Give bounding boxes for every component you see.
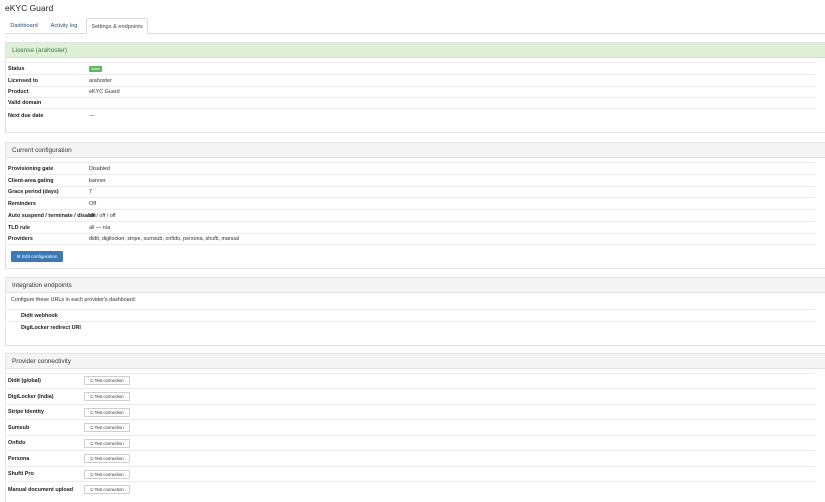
license-value: eKYC Guard <box>89 89 120 95</box>
config-row: TLD rule all — n/a <box>5 221 815 233</box>
license-row-next-due-date: Next due date — <box>5 108 815 123</box>
plug-icon: ⏻ <box>90 456 94 461</box>
config-row: Client-area gating banner <box>5 174 815 186</box>
provider-label: Persona <box>8 455 30 462</box>
tab-settings-endpoints[interactable]: Settings & endpoints <box>86 18 148 35</box>
endpoint-label: Didit webhook <box>21 312 58 319</box>
provider-label: Shufti Pro <box>8 471 34 477</box>
provider-label: Manual document upload <box>8 486 73 493</box>
license-row-status: Status Active <box>5 62 815 74</box>
config-label: Grace period (days) <box>8 189 59 195</box>
tab-activity-log[interactable]: Activity log <box>43 18 85 34</box>
configuration-heading: Current configuration <box>6 143 825 158</box>
license-label: Valid domain <box>8 100 42 106</box>
plug-icon: ⏻ <box>90 410 94 415</box>
config-value: banner <box>89 177 106 184</box>
license-label: Product <box>8 89 29 95</box>
license-label: Status <box>8 65 25 72</box>
license-label: Next due date <box>8 113 44 119</box>
gear-icon: ⚙ <box>16 254 21 259</box>
status-badge: Active <box>89 65 103 72</box>
config-value: didit, digilocker, stripe, sumsub, onfid… <box>89 236 240 242</box>
config-label: Auto suspend / terminate / disable <box>8 212 96 219</box>
config-value: all — n/a <box>89 224 111 231</box>
config-label: Reminders <box>8 200 36 207</box>
config-value: Off <box>89 200 97 207</box>
provider-label: DigiLocker (India) <box>8 393 54 400</box>
config-row: Providers didit, digilocker, stripe, sum… <box>5 233 815 245</box>
test-connection-button[interactable]: ⏻Test connection <box>84 439 130 448</box>
license-value: arahoster <box>89 77 112 84</box>
provider-label: Stripe Identity <box>8 409 44 415</box>
license-value: — <box>89 113 95 119</box>
integration-note: Configure these URLs in each provider's … <box>11 297 137 303</box>
config-label: TLD rule <box>8 224 30 231</box>
config-label: Provisioning gate <box>8 165 54 172</box>
test-connection-button[interactable]: ⏻Test connection <box>84 376 130 385</box>
endpoint-label: DigiLocker redirect URI <box>21 324 81 331</box>
integration-heading: Integration endpoints <box>6 278 825 293</box>
config-row: Reminders Off <box>5 197 815 209</box>
config-row: Grace period (days) 7 <box>5 186 815 197</box>
tab-dashboard[interactable]: Dashboard <box>5 18 43 34</box>
license-row-licensed-to: Licensed to arahoster <box>5 74 815 86</box>
edit-configuration-button[interactable]: ⚙ Edit configuration <box>11 251 63 262</box>
plug-icon: ⏻ <box>90 394 94 399</box>
connectivity-heading: Provider connectivity <box>6 354 825 369</box>
plug-icon: ⏻ <box>90 441 94 446</box>
plug-icon: ⏻ <box>90 425 94 430</box>
config-label: Providers <box>8 236 33 242</box>
license-row-product: Product eKYC Guard <box>5 86 815 97</box>
test-connection-button[interactable]: ⏻Test connection <box>84 408 130 417</box>
tab-bar: Dashboard Activity log Settings & endpoi… <box>5 18 825 35</box>
config-value: 7 <box>89 189 92 195</box>
plug-icon: ⏻ <box>90 487 94 492</box>
license-row-valid-domain: Valid domain <box>5 97 815 108</box>
license-heading: License (arahoster) <box>6 43 825 58</box>
test-connection-button[interactable]: ⏻Test connection <box>84 423 130 432</box>
test-connection-button[interactable]: ⏻Test connection <box>84 485 130 494</box>
plug-icon: ⏻ <box>90 472 94 477</box>
test-connection-button[interactable]: ⏻Test connection <box>84 392 130 401</box>
config-row: Provisioning gate Disabled <box>5 162 815 174</box>
provider-label: Sumsub <box>8 424 30 431</box>
endpoint-row: DigiLocker redirect URI <box>5 321 815 333</box>
config-value: off / off / off <box>89 212 116 219</box>
config-label: Client-area gating <box>8 177 54 184</box>
provider-label: Didit (global) <box>8 378 41 384</box>
edit-configuration-label: Edit configuration <box>21 254 58 259</box>
plug-icon: ⏻ <box>90 378 94 383</box>
app-title: eKYC Guard <box>5 3 54 13</box>
config-value: Disabled <box>89 165 110 172</box>
test-connection-button[interactable]: ⏻Test connection <box>84 454 130 463</box>
config-row: Auto suspend / terminate / disable off /… <box>5 209 815 221</box>
test-connection-button[interactable]: ⏻Test connection <box>84 470 130 479</box>
provider-label: Onfido <box>8 440 26 446</box>
endpoint-row: Didit webhook <box>5 309 815 321</box>
license-label: Licensed to <box>8 77 38 84</box>
